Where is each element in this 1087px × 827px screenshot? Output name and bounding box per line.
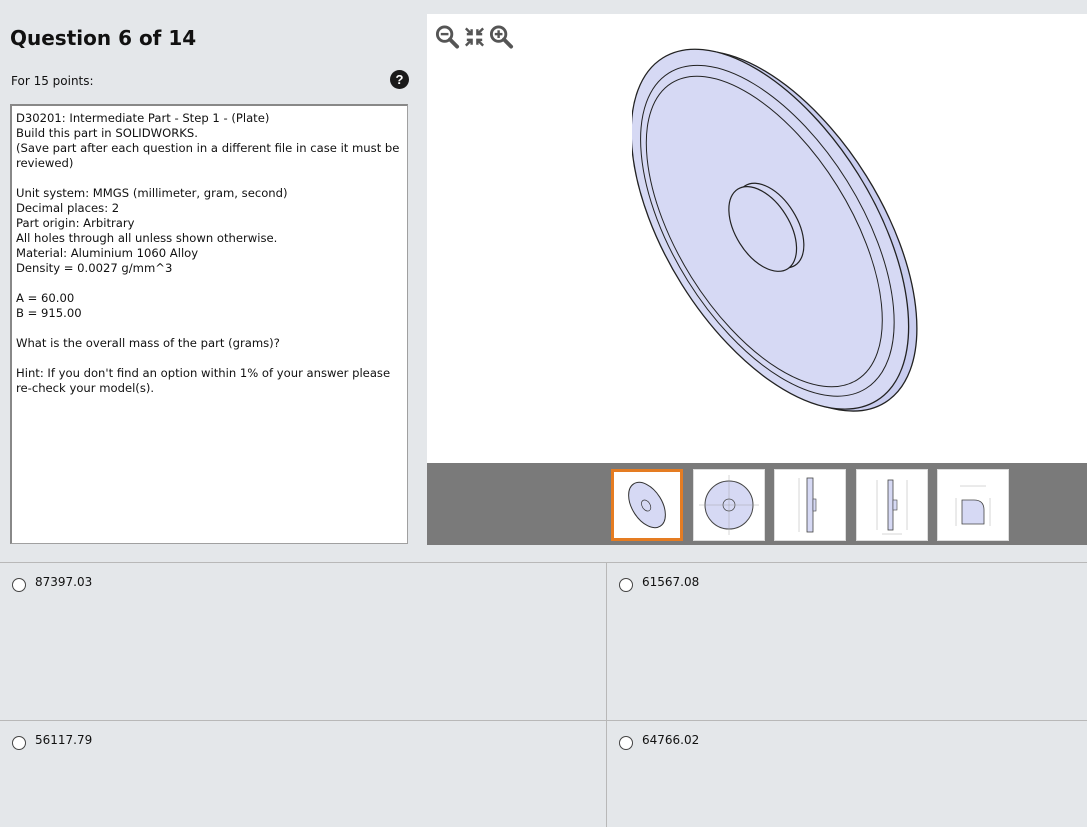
radio-button[interactable] (12, 578, 26, 592)
image-viewer (427, 14, 1087, 545)
zoom-in-icon[interactable] (489, 24, 514, 50)
radio-button[interactable] (619, 578, 633, 592)
thumbnail-front-view[interactable] (693, 469, 765, 541)
answer-option-1[interactable]: 87397.03 (0, 562, 606, 720)
answer-value: 56117.79 (35, 733, 93, 747)
radio-button[interactable] (12, 736, 26, 750)
radio-button[interactable] (619, 736, 633, 750)
question-circle-icon[interactable]: ? (390, 70, 409, 89)
thumbnail-strip (427, 463, 1087, 545)
question-title: Question 6 of 14 (10, 26, 197, 50)
thumbnail-section-view[interactable] (856, 469, 928, 541)
thumbnail-isometric-view[interactable] (611, 469, 683, 541)
answer-value: 64766.02 (642, 733, 700, 747)
question-text-box[interactable]: D30201: Intermediate Part - Step 1 - (Pl… (10, 104, 408, 544)
answer-value: 87397.03 (35, 575, 93, 589)
thumbnail-detail-view[interactable] (937, 469, 1009, 541)
zoom-out-icon[interactable] (435, 24, 460, 50)
part-3d-model-view[interactable] (632, 36, 1082, 446)
answer-option-4[interactable]: 64766.02 (606, 720, 1087, 827)
points-label: For 15 points: (11, 74, 94, 88)
answer-option-2[interactable]: 61567.08 (606, 562, 1087, 720)
thumbnail-side-view[interactable] (774, 469, 846, 541)
viewer-toolbar (435, 24, 514, 50)
answer-option-3[interactable]: 56117.79 (0, 720, 606, 827)
answer-value: 61567.08 (642, 575, 700, 589)
fit-to-view-icon[interactable] (462, 24, 487, 50)
